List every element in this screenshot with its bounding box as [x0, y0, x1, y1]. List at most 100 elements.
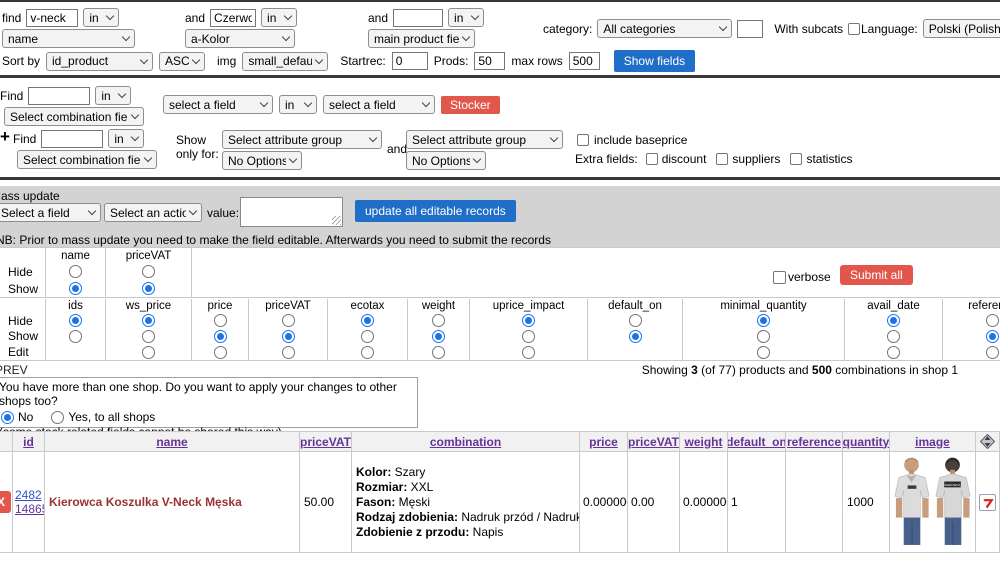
- show-radio-price[interactable]: [214, 330, 227, 343]
- edit-radio-avail_date[interactable]: [887, 346, 900, 359]
- show-radio-default_on[interactable]: [629, 330, 642, 343]
- image-type-select[interactable]: small_default: [242, 52, 328, 71]
- attribute-group-select-2[interactable]: Select attribute group: [406, 130, 563, 149]
- show-radio-ids[interactable]: [69, 330, 82, 343]
- mass-value-textarea[interactable]: [240, 197, 343, 227]
- show-radio-uprice_impact[interactable]: [522, 330, 535, 343]
- show-radio-name[interactable]: [69, 282, 82, 295]
- show-radio-avail_date[interactable]: [887, 330, 900, 343]
- show-radio-ws_price[interactable]: [142, 330, 155, 343]
- edit-radio-ecotax[interactable]: [361, 346, 374, 359]
- sort-toggle-cell[interactable]: [976, 431, 1000, 452]
- hide-radio-priceVAT[interactable]: [142, 265, 155, 278]
- column-header-default-on[interactable]: default_on: [728, 431, 786, 452]
- hide-radio-ids[interactable]: [69, 314, 82, 327]
- column-header-name[interactable]: name: [45, 431, 300, 452]
- options-select-2[interactable]: No Options: [406, 151, 486, 170]
- column-header-reference[interactable]: reference: [786, 431, 843, 452]
- combination-field-select-1[interactable]: Select combination field: [4, 107, 144, 126]
- search-field-select-1[interactable]: name: [2, 29, 135, 48]
- include-baseprice-checkbox[interactable]: [577, 134, 589, 146]
- show-fields-button[interactable]: Show fields: [614, 50, 695, 72]
- submit-all-button[interactable]: Submit all: [840, 265, 913, 285]
- edit-radio-ws_price[interactable]: [142, 346, 155, 359]
- mass-field-select[interactable]: Select a field: [0, 203, 101, 222]
- hide-radio-uprice_impact[interactable]: [522, 314, 535, 327]
- combi-find-input-2[interactable]: [41, 130, 103, 148]
- hide-radio-avail_date[interactable]: [887, 314, 900, 327]
- combi-match-select-1[interactable]: in: [95, 86, 131, 105]
- hide-radio-ws_price[interactable]: [142, 314, 155, 327]
- hide-radio-price[interactable]: [214, 314, 227, 327]
- edit-radio-minimal_quantity[interactable]: [757, 346, 770, 359]
- edit-radio-uprice_impact[interactable]: [522, 346, 535, 359]
- match-mode-select-3[interactable]: in: [448, 8, 484, 27]
- edit-radio-weight[interactable]: [432, 346, 445, 359]
- stocker-field-select-2[interactable]: select a field: [323, 95, 435, 114]
- show-radio-priceVAT[interactable]: [142, 282, 155, 295]
- category-id-input[interactable]: [737, 20, 763, 38]
- mass-action-select[interactable]: Select an action: [104, 203, 202, 222]
- edit-radio-reference[interactable]: [986, 346, 999, 359]
- prods-input[interactable]: [474, 52, 505, 70]
- product-id-link[interactable]: 2482: [15, 488, 45, 502]
- hide-radio-weight[interactable]: [432, 314, 445, 327]
- hide-radio-ecotax[interactable]: [361, 314, 374, 327]
- discount-checkbox[interactable]: [646, 153, 658, 165]
- show-radio-minimal_quantity[interactable]: [757, 330, 770, 343]
- hide-radio-default_on[interactable]: [629, 314, 642, 327]
- column-header-image[interactable]: image: [890, 431, 976, 452]
- sort-direction-select[interactable]: ASC: [159, 52, 205, 71]
- combination-field-select-2[interactable]: Select combination field: [17, 150, 157, 169]
- options-select-1[interactable]: No Options: [222, 151, 302, 170]
- hide-radio-name[interactable]: [69, 265, 82, 278]
- column-header-price[interactable]: price: [580, 431, 628, 452]
- show-radio-weight[interactable]: [432, 330, 445, 343]
- hide-radio-minimal_quantity[interactable]: [757, 314, 770, 327]
- match-mode-select-2[interactable]: in: [261, 8, 297, 27]
- statistics-checkbox[interactable]: [790, 153, 802, 165]
- prev-link[interactable]: PREV: [0, 363, 28, 377]
- stocker-match-select[interactable]: in: [279, 95, 317, 114]
- category-select[interactable]: All categories: [597, 19, 732, 38]
- update-all-button[interactable]: update all editable records: [355, 200, 516, 222]
- add-filter-row-button[interactable]: +: [0, 127, 10, 147]
- max-rows-input[interactable]: [569, 52, 600, 70]
- stocker-button[interactable]: Stocker: [441, 96, 500, 114]
- suppliers-checkbox[interactable]: [716, 153, 728, 165]
- find-input-1[interactable]: [26, 9, 78, 27]
- show-radio-ecotax[interactable]: [361, 330, 374, 343]
- find-input-3[interactable]: [393, 9, 443, 27]
- resize-handle-icon[interactable]: [332, 216, 341, 225]
- verbose-checkbox[interactable]: [773, 271, 786, 284]
- combi-find-input-1[interactable]: [28, 87, 90, 105]
- show-radio-reference[interactable]: [986, 330, 999, 343]
- search-field-select-3[interactable]: main product fields: [368, 29, 475, 48]
- attribute-group-select-1[interactable]: Select attribute group: [222, 130, 382, 149]
- match-mode-select-1[interactable]: in: [83, 8, 119, 27]
- column-header-id[interactable]: id: [13, 431, 45, 452]
- column-header-weight[interactable]: weight: [680, 431, 728, 452]
- column-header-pricevat2[interactable]: priceVAT: [628, 431, 680, 452]
- delete-product-button[interactable]: X: [0, 491, 11, 513]
- column-header-combination[interactable]: combination: [352, 431, 580, 452]
- hide-radio-reference[interactable]: [986, 314, 999, 327]
- column-header-pricevat[interactable]: priceVAT: [300, 431, 352, 452]
- edit-radio-priceVAT[interactable]: [282, 346, 295, 359]
- startrec-input[interactable]: [392, 52, 428, 70]
- column-header-quantity[interactable]: quantity: [843, 431, 890, 452]
- language-select[interactable]: Polski (Polish): [923, 19, 1000, 38]
- stocker-field-select-1[interactable]: select a field: [163, 95, 273, 114]
- sort-diamond-icon[interactable]: [980, 434, 995, 449]
- find-input-2[interactable]: [210, 9, 256, 27]
- combination-id-link[interactable]: 148650: [15, 502, 45, 516]
- sort-field-select[interactable]: id_product: [46, 52, 153, 71]
- search-field-select-2[interactable]: a-Kolor: [185, 29, 295, 48]
- hide-radio-priceVAT[interactable]: [282, 314, 295, 327]
- combi-match-select-2[interactable]: in: [108, 129, 144, 148]
- multishop-radio-0[interactable]: [1, 411, 14, 424]
- edit-radio-price[interactable]: [214, 346, 227, 359]
- goto-product-icon[interactable]: [979, 494, 996, 511]
- multishop-radio-1[interactable]: [51, 411, 64, 424]
- show-radio-priceVAT[interactable]: [282, 330, 295, 343]
